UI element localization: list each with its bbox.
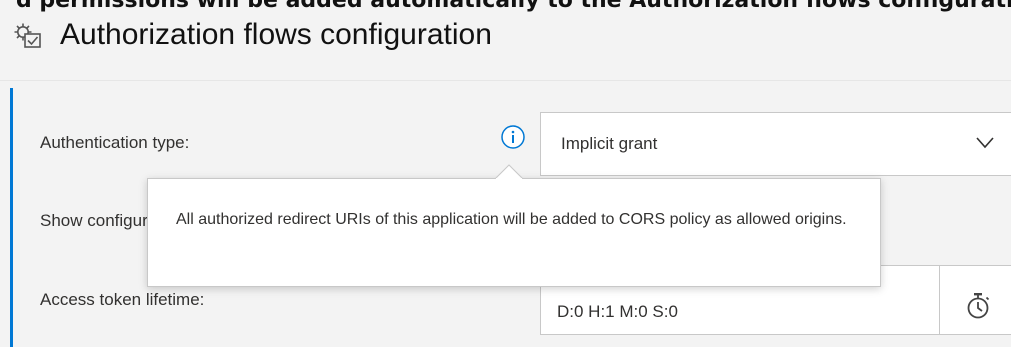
info-icon[interactable] [500, 124, 526, 150]
chevron-down-icon [976, 137, 994, 149]
authentication-type-value: Implicit grant [561, 134, 658, 153]
gear-check-icon [14, 23, 41, 48]
timer-button[interactable] [939, 265, 1011, 335]
tooltip-text: All authorized redirect URIs of this app… [176, 211, 847, 228]
access-token-lifetime-value: D:0 H:1 M:0 S:0 [557, 302, 678, 321]
authentication-type-dropdown[interactable]: Implicit grant [540, 112, 1011, 176]
section-title: Authorization flows configuration [60, 18, 492, 51]
authentication-type-label: Authentication type: [40, 133, 190, 152]
section-header: Authorization flows configuration [0, 0, 1011, 81]
info-tooltip: All authorized redirect URIs of this app… [147, 178, 881, 287]
tooltip-arrow [495, 164, 523, 179]
access-token-lifetime-label: Access token lifetime: [40, 290, 205, 309]
stopwatch-icon [967, 293, 990, 319]
section-accent-bar [10, 88, 13, 347]
